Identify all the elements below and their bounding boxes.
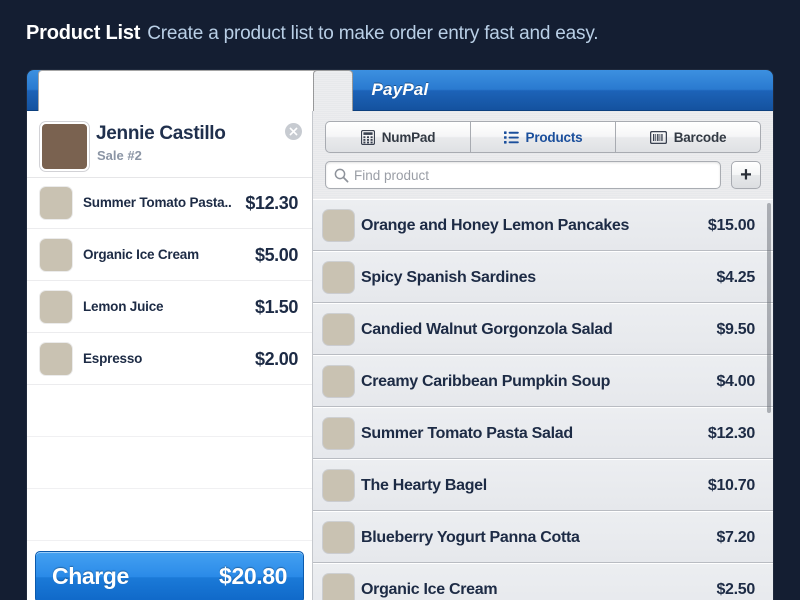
product-row[interactable]: Creamy Caribbean Pumpkin Soup $4.00 <box>313 355 773 407</box>
charge-amount: $20.80 <box>219 563 287 589</box>
tab-barcode-label: Barcode <box>673 129 727 145</box>
cart-item-thumbnail <box>40 187 72 219</box>
product-price: $4.00 <box>716 373 755 390</box>
tab-numpad[interactable]: NumPad <box>325 121 470 153</box>
product-price: $9.50 <box>716 321 755 338</box>
product-thumbnail <box>323 366 354 397</box>
cart-row-empty <box>27 437 312 489</box>
product-row[interactable]: Blueberry Yogurt Panna Cotta $7.20 <box>313 511 773 563</box>
cart-row[interactable]: Summer Tomato Pasta.. $12.30 <box>27 177 312 229</box>
product-name: Spicy Spanish Sardines <box>361 269 536 286</box>
charge-button[interactable]: Charge $20.80 <box>35 551 304 600</box>
close-customer-button[interactable] <box>285 123 302 140</box>
paypal-wordmark: PayPal <box>371 80 429 99</box>
product-row[interactable]: Summer Tomato Pasta Salad $12.30 <box>313 407 773 459</box>
product-thumbnail <box>323 574 354 600</box>
cart-item-name: Espresso <box>83 351 143 366</box>
product-name: Blueberry Yogurt Panna Cotta <box>361 529 580 546</box>
product-name: Organic Ice Cream <box>361 581 498 598</box>
product-thumbnail <box>323 210 354 241</box>
product-price: $2.50 <box>716 581 755 598</box>
customer-header[interactable]: Jennie Castillo Sale #2 <box>27 111 312 178</box>
product-price: $4.25 <box>716 269 755 286</box>
product-thumbnail <box>323 470 354 501</box>
cart-panel: Jennie Castillo Sale #2 Summer Tomato Pa… <box>27 111 313 600</box>
cart-row[interactable]: Lemon Juice $1.50 <box>27 281 312 333</box>
page-title: Product List <box>26 22 141 44</box>
search-icon <box>334 168 349 188</box>
avatar <box>40 122 89 171</box>
cart-item-thumbnail <box>40 291 72 323</box>
product-name: Candied Walnut Gorgonzola Salad <box>361 321 613 338</box>
cart-item-name: Lemon Juice <box>83 299 164 314</box>
product-row[interactable]: Orange and Honey Lemon Pancakes $15.00 <box>313 199 773 251</box>
charge-label: Charge <box>52 563 129 589</box>
product-row[interactable]: Candied Walnut Gorgonzola Salad $9.50 <box>313 303 773 355</box>
product-list-scrollbar[interactable] <box>767 203 771 413</box>
tab-numpad-label: NumPad <box>381 129 436 145</box>
search-placeholder: Find product <box>354 168 430 183</box>
product-list: Orange and Honey Lemon Pancakes $15.00 Spi… <box>313 199 773 600</box>
product-price: $7.20 <box>716 529 755 546</box>
product-name: Summer Tomato Pasta Salad <box>361 425 573 442</box>
product-rows: Orange and Honey Lemon Pancakes $15.00 Spi… <box>313 199 773 600</box>
product-thumbnail <box>323 522 354 553</box>
customer-name: Jennie Castillo <box>96 123 226 144</box>
product-thumbnail <box>323 418 354 449</box>
product-row[interactable]: The Hearty Bagel $10.70 <box>313 459 773 511</box>
sale-number: Sale #2 <box>97 148 142 163</box>
cart-item-name: Organic Ice Cream <box>83 247 199 262</box>
page-subtitle: Create a product list to make order entr… <box>147 23 599 44</box>
cart-list: Summer Tomato Pasta.. $12.30 Organic Ice C… <box>27 177 312 600</box>
product-name: The Hearty Bagel <box>361 477 487 494</box>
product-row[interactable]: Spicy Spanish Sardines $4.25 <box>313 251 773 303</box>
list-icon <box>503 130 519 144</box>
product-name: Orange and Honey Lemon Pancakes <box>361 217 630 234</box>
numpad-icon <box>360 129 375 145</box>
mode-tabs: NumPad Products Barcode <box>325 121 761 153</box>
screenshot-root: Product List Create a product list to mak… <box>0 0 800 600</box>
cart-row-empty <box>27 385 312 437</box>
product-name: Creamy Caribbean Pumpkin Soup <box>361 373 611 390</box>
product-price: $12.30 <box>707 425 755 442</box>
add-product-button[interactable]: + <box>731 161 761 189</box>
product-thumbnail <box>323 262 354 293</box>
search-row: Find product + <box>325 161 761 189</box>
tablet-device-frame: PayPal Jennie Castillo Sale #2 Summer To… <box>27 70 773 600</box>
app-content: Jennie Castillo Sale #2 Summer Tomato Pa… <box>27 111 773 600</box>
caption: Product List Create a product list to mak… <box>26 22 598 45</box>
tab-products-label: Products <box>525 129 583 145</box>
cart-item-price: $1.50 <box>254 297 298 317</box>
cart-item-price: $12.30 <box>245 193 298 213</box>
product-price: $10.70 <box>707 477 755 494</box>
product-row[interactable]: Organic Ice Cream $2.50 <box>313 563 773 600</box>
cart-item-name: Summer Tomato Pasta.. <box>83 195 232 210</box>
tab-barcode[interactable]: Barcode <box>615 121 761 153</box>
barcode-icon <box>649 130 667 144</box>
cart-item-thumbnail <box>40 343 72 375</box>
tab-products[interactable]: Products <box>470 121 615 153</box>
cart-row-empty <box>27 489 312 541</box>
products-panel: NumPad Products Barcode Find product + O… <box>313 111 773 600</box>
cart-item-price: $2.00 <box>254 349 298 369</box>
app-toolbar: PayPal <box>27 70 773 562</box>
close-icon <box>289 127 298 136</box>
cart-row[interactable]: Espresso $2.00 <box>27 333 312 385</box>
search-input[interactable]: Find product <box>325 161 721 189</box>
cart-rows: Summer Tomato Pasta.. $12.30 Organic Ice C… <box>27 177 312 541</box>
cart-row[interactable]: Organic Ice Cream $5.00 <box>27 229 312 281</box>
cart-item-thumbnail <box>40 239 72 271</box>
cart-item-price: $5.00 <box>254 245 298 265</box>
product-price: $15.00 <box>707 217 755 234</box>
product-thumbnail <box>323 314 354 345</box>
